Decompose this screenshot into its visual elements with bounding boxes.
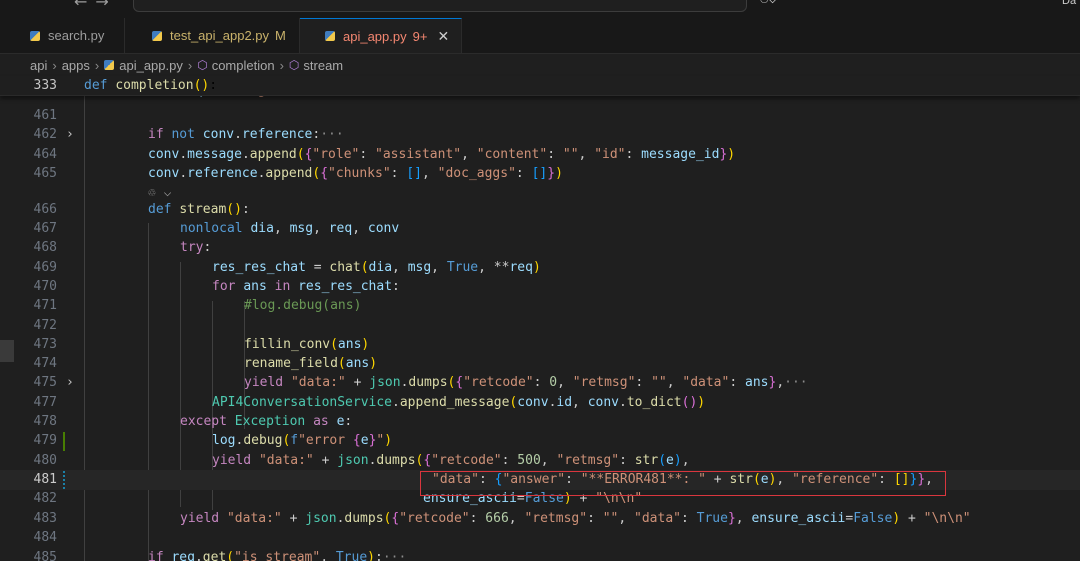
chevron-right-icon: › [279,57,284,73]
breadcrumb-item-completion[interactable]: completion [212,58,275,73]
chevron-right-icon: › [52,57,57,73]
account-label[interactable]: Da [1062,0,1076,7]
method-icon: ⬡ [288,58,300,72]
method-icon: ⬡ [197,58,208,72]
code-line: 485 if req.get("is_stream", True):··· [33,550,407,561]
python-file-icon [30,30,40,41]
sticky-scroll-header[interactable]: 333 def completion(): [0,76,1080,96]
breadcrumb-item-apps[interactable]: apps [62,58,90,73]
chevron-right-icon: › [187,57,193,73]
code-line: 475 › yield "data:" + json.dumps({"retcode… [0,373,1080,393]
code-line: 473 fillin_conv(ans) [33,337,370,352]
editor-tab-bar: search.py test_api_app2.py M api_app.py … [0,18,1080,54]
code-line: 480 yield "data:" + json.dumps({"retcode"… [33,453,690,468]
python-file-icon [152,30,162,41]
highlight-box [420,471,946,496]
code-line: 479 log.debug(f"error {e}") [33,433,393,448]
tab-label: test_api_app2.py [170,28,270,43]
breadcrumb-item-api[interactable]: api [30,58,47,73]
code-line: 469 res_res_chat = chat(dia, msg, True, *… [33,260,541,275]
code-line: 461 [33,108,57,123]
chevron-right-icon: › [94,57,100,73]
copilot-icon[interactable]: ⚇⌵ [760,0,777,7]
python-file-icon [104,60,115,70]
line-number: 333 [33,78,57,93]
tab-api-app-py[interactable]: api_app.py 9+ ✕ [300,18,462,53]
code-line: 462 › if not conv.reference:··· [0,125,1080,145]
breadcrumb: api › apps › api_app.py › ⬡ completion ›… [0,54,1080,76]
code-line: 467 nonlocal dia, msg, req, conv [33,221,400,236]
tab-label: search.py [48,28,105,43]
title-bar: ←→ local_ragflow ⚇⌵ Da [0,0,1080,18]
nav-arrows-icon[interactable]: ←→ [74,0,117,11]
git-modified-marker[interactable] [63,432,65,451]
code-line: 477 API4ConversationService.append_messag… [33,395,706,410]
code-line: 466 def stream(): [33,202,250,217]
code-line: 484 [33,530,57,545]
code-line: 478 except Exception as e: [33,414,353,429]
code-line: 465 conv.reference.append({"chunks": [], … [33,166,563,181]
code-line: 474 rename_field(ans) [33,356,378,371]
python-file-icon [325,31,335,41]
code-line: 464 conv.message.append({"role": "assista… [33,147,736,162]
breadcrumb-item-stream[interactable]: stream [303,58,343,73]
code-line: 471 #log.debug(ans) [33,298,362,313]
tab-test-api-app2-py[interactable]: test_api_app2.py M [125,18,300,53]
tab-problems-badge: 9+ [412,28,428,44]
tab-search-py[interactable]: search.py [0,18,125,53]
breadcrumb-item-file[interactable]: api_app.py [119,58,183,73]
code-line: 472 [33,318,57,333]
code-line: 483 yield "data:" + json.dumps({"retcode"… [33,511,971,526]
code-line: 470 for ans in res_res_chat: [33,279,400,294]
close-icon[interactable]: ✕ [437,28,449,45]
code-line: 468 try: [33,240,212,255]
git-change-marker[interactable] [63,471,65,490]
tab-modified-badge: M [275,28,286,43]
tab-label: api_app.py [343,28,407,44]
command-center-search[interactable]: local_ragflow [133,0,747,12]
chevron-right-icon[interactable]: › [66,125,74,145]
chevron-right-icon[interactable]: › [66,373,74,393]
sticky-code: def completion(): [84,78,218,93]
